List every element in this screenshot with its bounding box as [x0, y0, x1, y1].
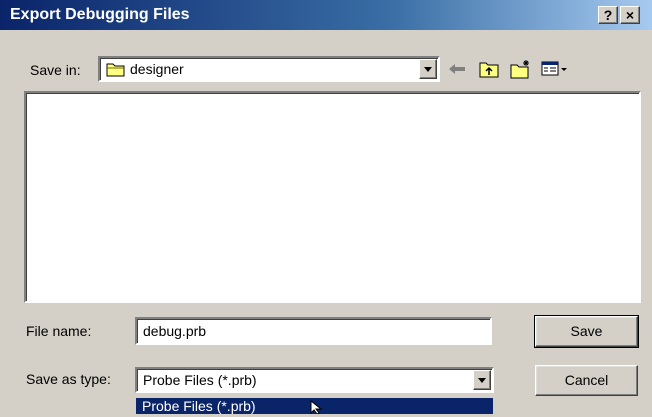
back-arrow-icon[interactable]	[446, 58, 468, 80]
save-in-combo[interactable]: designer	[98, 56, 440, 82]
new-folder-icon[interactable]	[510, 58, 532, 80]
save-button[interactable]: Save	[534, 315, 639, 348]
file-name-label: File name:	[26, 323, 92, 339]
help-button[interactable]: ?	[598, 6, 618, 24]
save-as-type-label: Save as type:	[26, 371, 111, 387]
window-title: Export Debugging Files	[10, 6, 190, 23]
up-folder-icon[interactable]	[478, 58, 500, 80]
file-name-input[interactable]: debug.prb	[135, 317, 492, 345]
cancel-button[interactable]: Cancel	[535, 365, 638, 396]
save-in-value: designer	[130, 61, 184, 77]
save-in-dropdown-button[interactable]	[419, 59, 437, 79]
save-as-type-dropdown-button[interactable]	[473, 370, 491, 390]
save-in-label: Save in:	[30, 62, 81, 78]
save-as-type-value: Probe Files (*.prb)	[143, 372, 257, 388]
save-as-type-combo[interactable]: Probe Files (*.prb)	[135, 367, 494, 393]
file-name-value: debug.prb	[143, 323, 207, 339]
folder-icon	[106, 61, 126, 80]
close-button[interactable]: ×	[620, 6, 640, 24]
view-menu-icon[interactable]	[540, 58, 570, 80]
file-list[interactable]	[24, 91, 641, 303]
mouse-cursor-icon	[310, 399, 326, 417]
